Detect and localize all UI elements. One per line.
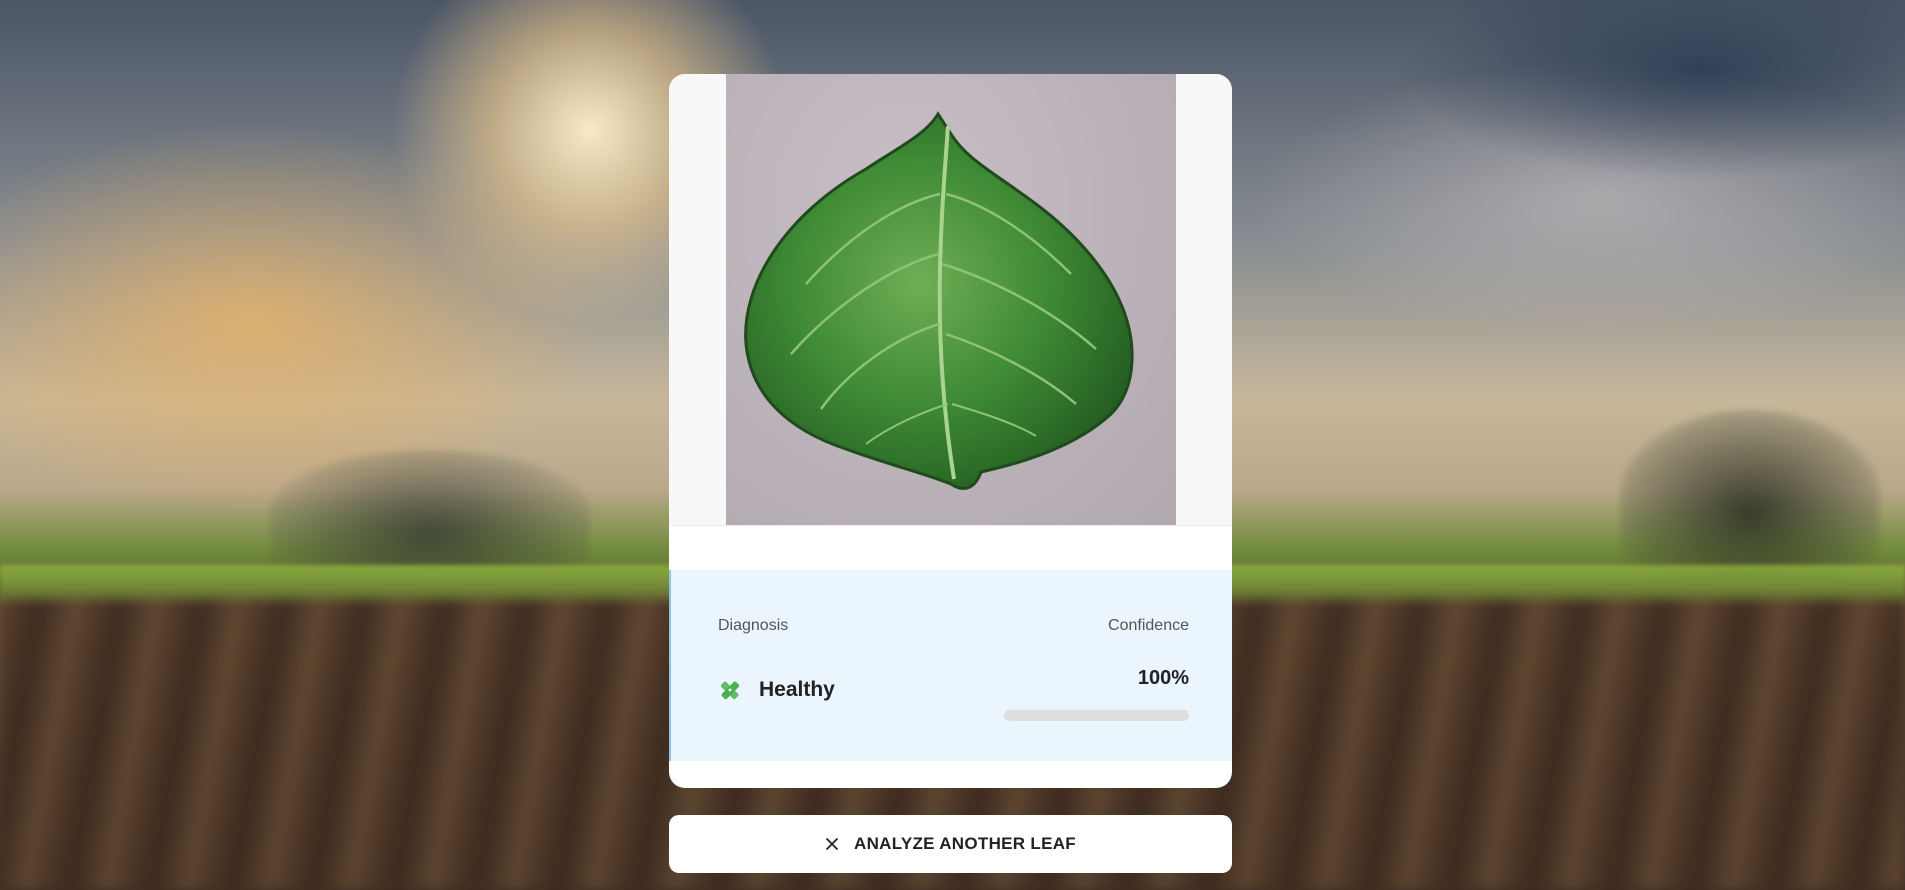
diagnosis-result: Healthy xyxy=(718,678,835,702)
diagnosis-label: Diagnosis xyxy=(718,617,789,634)
diagnosis-value: Healthy xyxy=(759,678,835,701)
result-card: Diagnosis Confidence Healthy 100% xyxy=(669,74,1232,788)
confidence-label: Confidence xyxy=(1108,617,1189,634)
confidence-value: 100% xyxy=(1137,667,1189,689)
leaf-illustration xyxy=(744,111,1134,490)
close-icon xyxy=(826,838,838,850)
diagnosis-panel: Diagnosis Confidence Healthy 100% xyxy=(669,570,1232,761)
confidence-bar-fill xyxy=(1004,710,1189,721)
analyze-another-leaf-button[interactable]: ANALYZE ANOTHER LEAF xyxy=(669,815,1232,873)
image-preview-area xyxy=(669,74,1232,526)
analyze-another-leaf-label: ANALYZE ANOTHER LEAF xyxy=(854,834,1076,853)
healthy-leaf-icon xyxy=(720,681,740,700)
confidence-bar xyxy=(1004,710,1189,721)
leaf-photo xyxy=(726,74,1176,525)
